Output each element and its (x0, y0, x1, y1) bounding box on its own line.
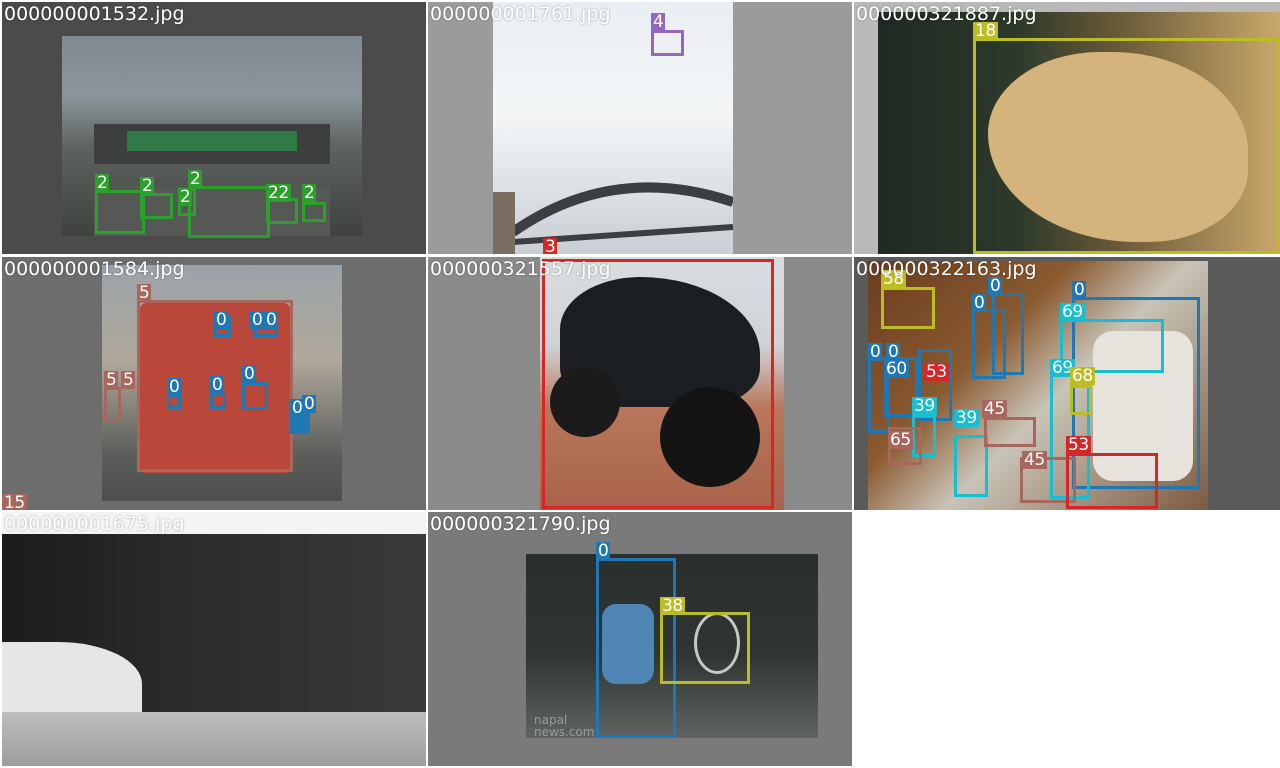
bbox-potted-plant (881, 287, 935, 329)
class-label: 5 (121, 370, 136, 390)
class-label: 39 (954, 408, 979, 428)
cat-chest-white (2, 642, 142, 712)
class-label: 2 (188, 169, 203, 189)
grey-tray (2, 712, 426, 766)
tile-filename: 000000001584.jpg (4, 258, 185, 280)
bbox-person (167, 395, 181, 409)
class-label: 0 (250, 310, 265, 330)
class-label: 0 (242, 364, 257, 384)
class-label: 45 (982, 399, 1007, 419)
bbox-cake (1066, 453, 1158, 509)
image-tile-322163[interactable]: 58 0 0 69 0 0 0 60 53 69 68 39 39 45 65 … (854, 257, 1280, 510)
tile-filename: 000000321790.jpg (430, 513, 611, 535)
bbox-oven (1060, 319, 1164, 373)
class-label: 0 (210, 375, 225, 395)
bbox-car (95, 190, 145, 234)
class-label: 22 (266, 183, 291, 203)
bbox-motorcycle (542, 259, 774, 509)
bbox-bus-small (104, 387, 121, 422)
bbox-bottle (954, 435, 988, 497)
image-tile-1675[interactable]: 000000001675.jpg (2, 512, 426, 766)
tile-filename: 000000321887.jpg (856, 3, 1037, 25)
bbox-sink (1070, 385, 1092, 415)
class-label: 60 (884, 359, 909, 379)
bbox-sheep (973, 38, 1280, 254)
class-label: 2 (302, 183, 317, 203)
class-label: 15 (2, 493, 27, 510)
class-label: 0 (868, 342, 883, 362)
bbox-airplane (651, 30, 684, 56)
class-label: 0 (264, 310, 279, 330)
image-tile-321887[interactable]: 18 000000321887.jpg (854, 2, 1280, 254)
bbox-tennis-racket (660, 612, 750, 684)
class-label: 69 (1060, 302, 1085, 322)
tile-filename: 000000001761.jpg (430, 3, 611, 25)
class-label: 2 (178, 187, 193, 207)
bbox-car (140, 193, 173, 219)
bbox-car (188, 186, 270, 238)
class-label: 45 (1022, 450, 1047, 470)
class-label: 65 (888, 430, 913, 450)
bbox-person (242, 382, 268, 410)
class-label: 68 (1070, 366, 1095, 386)
tile-filename: 000000322163.jpg (856, 258, 1037, 280)
sky-bridge-photo (493, 2, 733, 254)
bridge-arch (493, 182, 733, 254)
class-label: 0 (302, 394, 317, 414)
image-tile-1584[interactable]: 5 5 5 0 0 0 0 0 0 0 0 15 000000001584.jp… (2, 257, 426, 510)
tile-filename: 000000001675.jpg (4, 513, 185, 535)
image-tile-1761[interactable]: 4 3 000000001761.jpg (428, 2, 852, 254)
class-label: 5 (137, 283, 152, 303)
class-label: 2 (140, 176, 155, 196)
tile-filename: 000000001532.jpg (4, 3, 185, 25)
class-label: 0 (596, 541, 611, 561)
class-label: 0 (1072, 280, 1087, 300)
bbox-person (992, 293, 1024, 375)
image-tile-321790[interactable]: napal news.com 0 38 000000321790.jpg (428, 512, 852, 766)
tile-filename: 000000321557.jpg (430, 258, 611, 280)
class-label: 2 (95, 173, 110, 193)
class-label: 53 (924, 362, 949, 382)
class-label: 4 (651, 12, 666, 32)
bbox-car (302, 202, 326, 222)
class-label: 53 (1066, 435, 1091, 455)
bbox-person (210, 393, 226, 409)
image-tile-1532[interactable]: 2 2 2 2 22 2 000000001532.jpg (2, 2, 426, 254)
class-label: 0 (167, 377, 182, 397)
class-label: 0 (214, 310, 229, 330)
class-label: 39 (912, 396, 937, 416)
bbox-bowl (984, 417, 1036, 447)
class-label: 38 (660, 596, 685, 616)
class-label: 3 (543, 237, 558, 254)
class-label: 5 (104, 370, 119, 390)
watermark-text: napal news.com (534, 713, 595, 738)
image-tile-321557[interactable]: 000000321557.jpg (428, 257, 852, 510)
cat-photo (2, 532, 426, 712)
highway-signs (127, 131, 297, 151)
class-label: 0 (972, 293, 987, 313)
